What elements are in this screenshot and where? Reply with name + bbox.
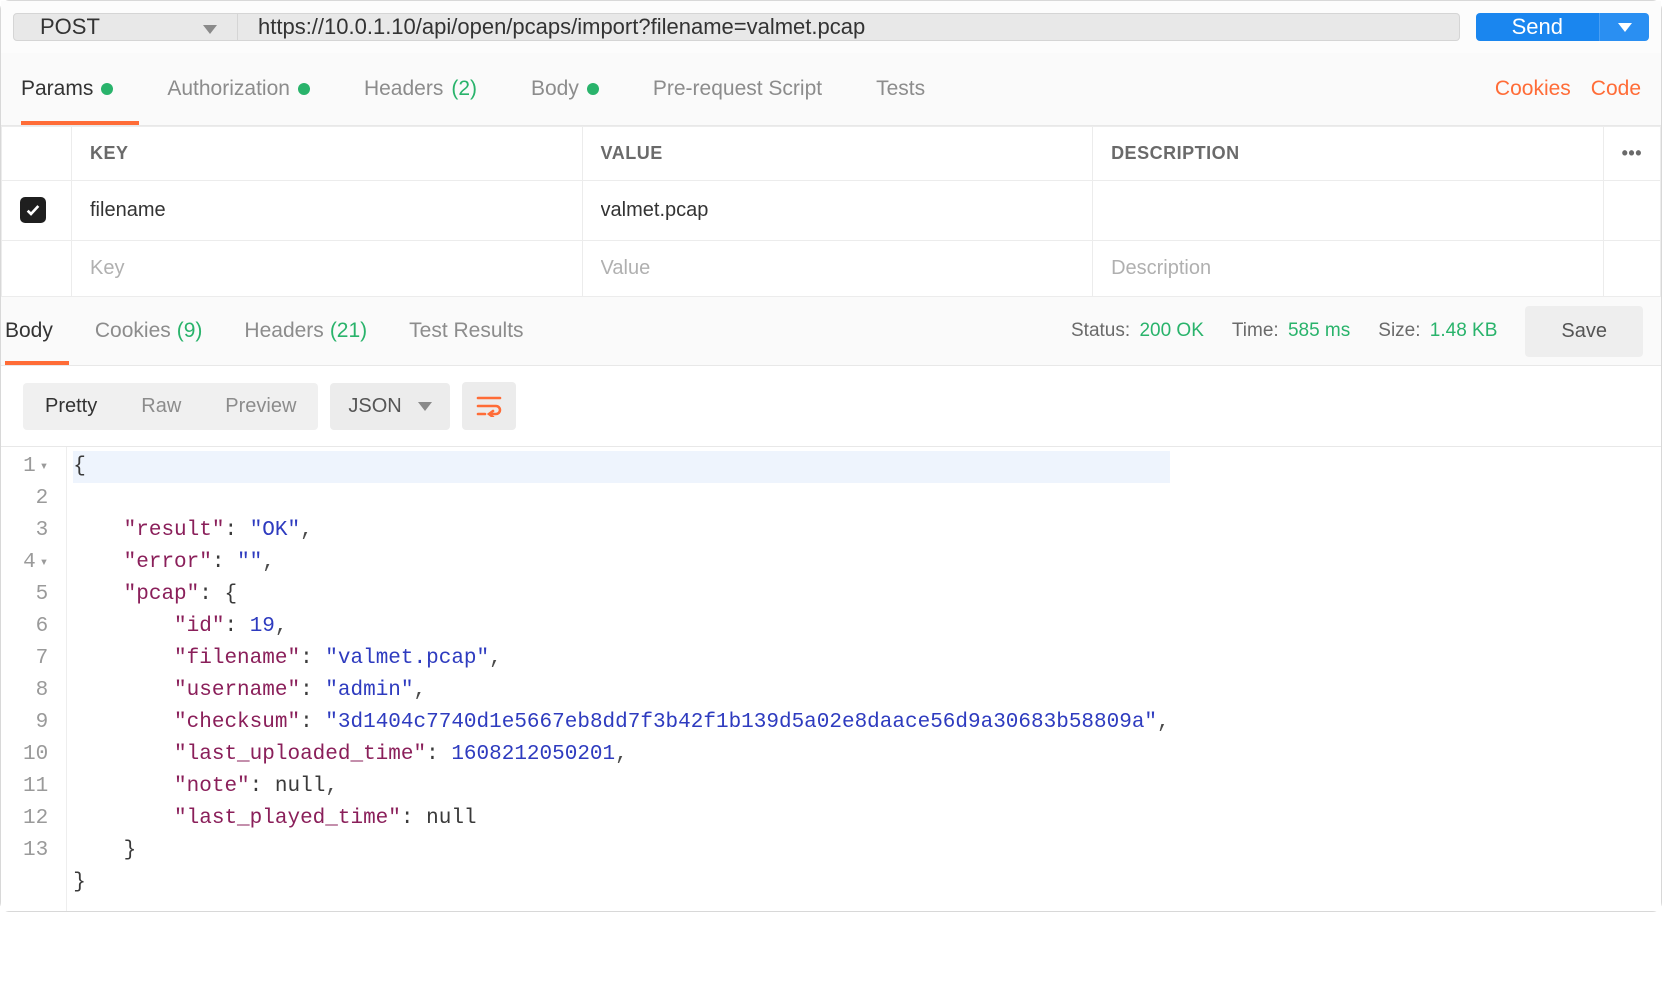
- view-raw[interactable]: Raw: [119, 383, 203, 430]
- param-key-input[interactable]: [90, 199, 564, 222]
- tab-label: Test Results: [409, 319, 523, 343]
- body-view-controls: Pretty Raw Preview JSON: [1, 366, 1661, 447]
- active-dot-icon: [298, 83, 310, 95]
- active-dot-icon: [587, 83, 599, 95]
- save-response-button[interactable]: Save: [1525, 306, 1643, 357]
- description-header: DESCRIPTION: [1093, 127, 1604, 181]
- format-label: JSON: [348, 395, 401, 418]
- status-meta: Status: 200 OK: [1071, 320, 1204, 342]
- view-pretty[interactable]: Pretty: [23, 383, 119, 430]
- tab-label: Headers: [244, 319, 323, 343]
- tab-label: Cookies: [95, 319, 171, 343]
- tab-label: Tests: [876, 77, 925, 101]
- response-tabs: Body Cookies (9) Headers (21) Test Resul…: [1, 297, 1661, 366]
- tab-label: Pre-request Script: [653, 77, 822, 101]
- chevron-down-icon: [203, 14, 217, 40]
- bulk-edit-menu[interactable]: •••: [1603, 127, 1660, 181]
- checkbox-header: [2, 127, 72, 181]
- request-tabs: Params Authorization Headers (2) Body Pr…: [1, 53, 1661, 126]
- active-dot-icon: [101, 83, 113, 95]
- table-row: [2, 181, 1661, 241]
- tab-body[interactable]: Body: [531, 53, 625, 125]
- send-options-button[interactable]: [1599, 13, 1649, 41]
- view-preview[interactable]: Preview: [203, 383, 318, 430]
- tab-count: (2): [451, 77, 477, 101]
- http-method-label: POST: [40, 14, 100, 40]
- resp-tab-cookies[interactable]: Cookies (9): [95, 297, 219, 365]
- tab-label: Headers: [364, 77, 443, 101]
- tab-count: (9): [177, 319, 203, 343]
- param-enabled-checkbox[interactable]: [20, 197, 46, 223]
- format-select[interactable]: JSON: [330, 383, 449, 430]
- view-mode-group: Pretty Raw Preview: [23, 383, 318, 430]
- cookies-link[interactable]: Cookies: [1495, 77, 1571, 101]
- param-desc-input[interactable]: [1111, 257, 1585, 280]
- param-value-input[interactable]: [601, 199, 1075, 222]
- resp-tab-test-results[interactable]: Test Results: [409, 297, 539, 365]
- http-method-select[interactable]: POST: [13, 13, 238, 41]
- param-value-input[interactable]: [601, 257, 1075, 280]
- request-url-input[interactable]: [238, 13, 1460, 41]
- size-meta: Size: 1.48 KB: [1378, 320, 1497, 342]
- key-header: KEY: [72, 127, 583, 181]
- resp-tab-body[interactable]: Body: [5, 297, 69, 365]
- tab-label: Params: [21, 77, 93, 101]
- wrap-lines-button[interactable]: [462, 382, 516, 430]
- chevron-down-icon: [418, 402, 432, 411]
- param-desc-input[interactable]: [1111, 199, 1585, 222]
- code-content: { "result": "OK", "error": "", "pcap": {…: [67, 447, 1169, 911]
- time-meta: Time: 585 ms: [1232, 320, 1350, 342]
- params-table: KEY VALUE DESCRIPTION •••: [1, 126, 1661, 297]
- tab-headers[interactable]: Headers (2): [364, 53, 503, 125]
- tab-label: Authorization: [167, 77, 290, 101]
- tab-count: (21): [330, 319, 367, 343]
- tab-params[interactable]: Params: [21, 53, 139, 125]
- tab-authorization[interactable]: Authorization: [167, 53, 336, 125]
- chevron-down-icon: [1618, 23, 1632, 32]
- send-button-group: Send: [1476, 13, 1649, 41]
- check-icon: [25, 202, 41, 218]
- wrap-icon: [476, 395, 502, 417]
- code-link[interactable]: Code: [1591, 77, 1641, 101]
- param-key-input[interactable]: [90, 257, 564, 280]
- response-body-editor[interactable]: 1▾234▾5678910111213 { "result": "OK", "e…: [1, 447, 1661, 911]
- tab-label: Body: [531, 77, 579, 101]
- value-header: VALUE: [582, 127, 1093, 181]
- table-row-new: [2, 241, 1661, 297]
- resp-tab-headers[interactable]: Headers (21): [244, 297, 383, 365]
- line-gutter: 1▾234▾5678910111213: [1, 447, 67, 911]
- tab-prerequest-script[interactable]: Pre-request Script: [653, 53, 848, 125]
- tab-tests[interactable]: Tests: [876, 53, 951, 125]
- tab-label: Body: [5, 319, 53, 343]
- send-button[interactable]: Send: [1476, 13, 1599, 41]
